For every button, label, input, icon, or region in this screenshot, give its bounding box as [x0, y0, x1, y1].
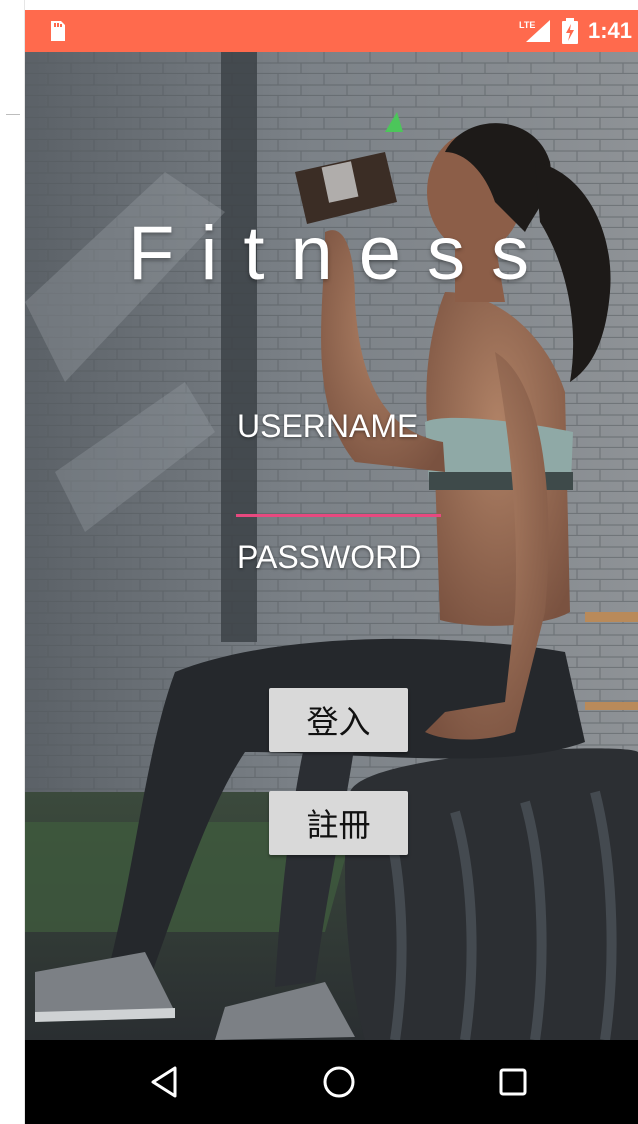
- phone-screen: LTE 1:41 Fitness USERNAME PASSWORD 登入 註冊: [25, 10, 638, 1124]
- battery-icon: [561, 18, 578, 44]
- password-field[interactable]: PASSWORD: [237, 539, 421, 576]
- network-type-label: LTE: [519, 20, 535, 30]
- left-margin: [0, 0, 25, 1124]
- recents-icon[interactable]: [493, 1062, 533, 1102]
- sd-card-icon: [51, 21, 65, 41]
- margin-tick: [6, 114, 20, 115]
- username-field[interactable]: USERNAME: [237, 408, 418, 445]
- app-title: Fitness: [128, 211, 555, 296]
- navigation-bar: [25, 1040, 638, 1124]
- status-bar: LTE 1:41: [25, 10, 638, 52]
- status-time: 1:41: [587, 18, 632, 43]
- lte-signal-icon: LTE: [519, 20, 550, 42]
- back-icon[interactable]: [145, 1062, 185, 1102]
- status-icons: LTE 1:41: [518, 16, 632, 46]
- username-focus-underline: [236, 514, 441, 517]
- register-button[interactable]: 註冊: [269, 791, 408, 855]
- home-icon[interactable]: [319, 1062, 359, 1102]
- login-button[interactable]: 登入: [269, 688, 408, 752]
